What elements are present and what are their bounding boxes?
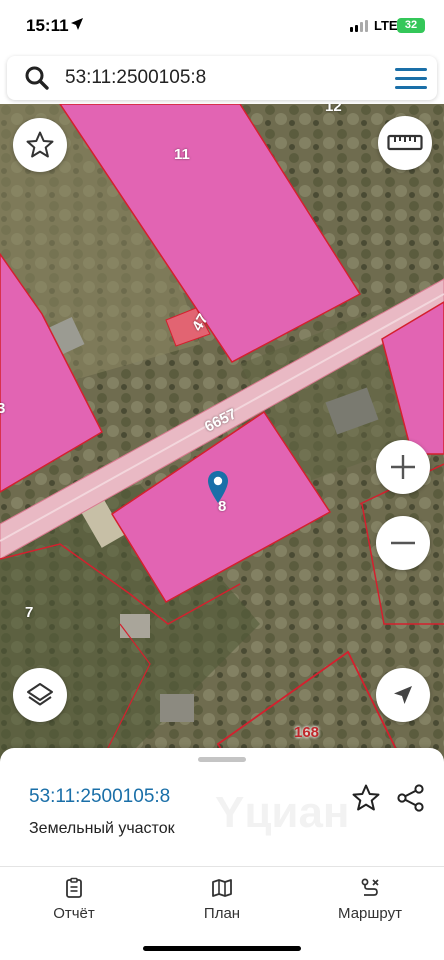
map-icon	[212, 879, 232, 897]
route-icon	[361, 878, 379, 896]
search-icon[interactable]	[24, 65, 50, 91]
plus-icon	[391, 455, 415, 479]
nav-plan[interactable]: План	[167, 877, 277, 922]
parcel-label-12: 12	[325, 104, 342, 115]
minus-icon	[391, 541, 415, 545]
location-arrow-icon	[71, 18, 83, 30]
share-icon[interactable]	[396, 783, 426, 813]
star-icon[interactable]	[351, 783, 381, 813]
parcel-info-sheet[interactable]: Yциан 53:11:2500105:8 Земельный участок	[0, 748, 444, 868]
nav-plan-label: План	[203, 905, 241, 922]
status-bar: 15:11 LTE 32	[0, 0, 444, 52]
parcel-label-168: 168	[294, 724, 320, 741]
sheet-drag-handle[interactable]	[198, 757, 246, 762]
network-type: LTE	[374, 18, 398, 33]
parcel-label-11: 11	[174, 146, 190, 163]
parcel-label-7: 7	[25, 604, 34, 621]
nav-report[interactable]: Отчёт	[19, 877, 129, 922]
layers-button[interactable]	[13, 668, 67, 722]
location-pin-icon[interactable]	[207, 470, 229, 504]
search-input[interactable]	[65, 65, 365, 91]
battery-icon: 32	[397, 18, 425, 33]
hamburger-menu-icon[interactable]	[395, 68, 427, 90]
status-time: 15:11	[26, 16, 69, 35]
map-canvas[interactable]	[0, 104, 444, 764]
bottom-navigation: Отчёт План Маршрут	[0, 866, 444, 960]
home-indicator	[143, 946, 301, 951]
map-view[interactable]: 11 47 8 7 12 3 168 6657	[0, 104, 444, 764]
zoom-out-button[interactable]	[376, 516, 430, 570]
parcel-type: Земельный участок	[29, 820, 175, 837]
watermark: Yциан	[215, 788, 350, 837]
navigation-arrow-icon	[394, 686, 412, 704]
cadastral-number[interactable]: 53:11:2500105:8	[29, 786, 170, 808]
favorite-map-button[interactable]	[13, 118, 67, 172]
nav-route[interactable]: Маршрут	[315, 877, 425, 922]
parcel-label-3: 3	[0, 400, 6, 417]
nav-route-label: Маршрут	[338, 905, 402, 922]
star-icon	[26, 131, 54, 158]
clipboard-icon	[66, 877, 82, 898]
layers-icon	[27, 683, 53, 706]
signal-icon	[350, 20, 368, 32]
search-bar[interactable]	[7, 56, 437, 100]
locate-me-button[interactable]	[376, 668, 430, 722]
ruler-icon	[387, 134, 423, 151]
ruler-button[interactable]	[378, 116, 432, 170]
nav-report-label: Отчёт	[53, 905, 95, 922]
zoom-in-button[interactable]	[376, 440, 430, 494]
